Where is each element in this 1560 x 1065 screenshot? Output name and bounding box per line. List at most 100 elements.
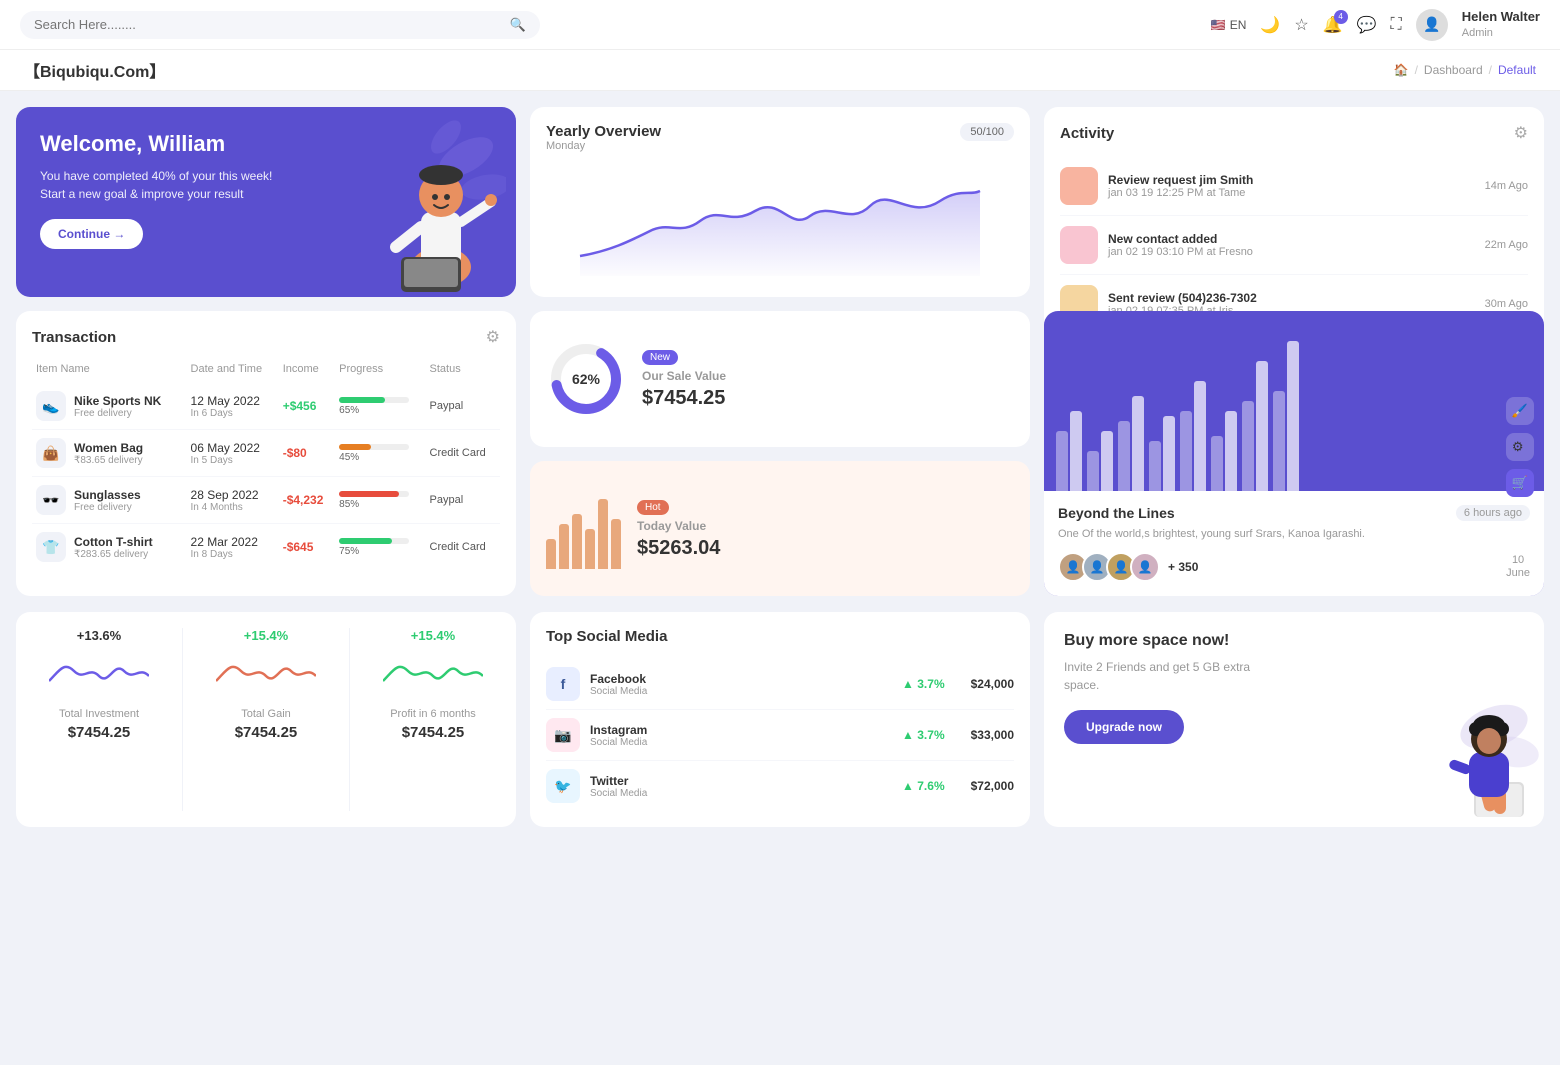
income-value: -$4,232 (283, 493, 324, 507)
today-bar-chart (546, 489, 621, 569)
yearly-overview-card: Yearly Overview Monday 50/100 (530, 107, 1030, 297)
stat-investment-wave (49, 651, 149, 701)
yearly-header: Yearly Overview Monday 50/100 (546, 123, 1014, 162)
item-cell: 👕 Cotton T-shirt ₹283.65 delivery (32, 524, 187, 571)
topnav-right: 🇺🇸 EN 🌙 ☆ 🔔 4 💬 ⛶ 👤 Helen Walter Admin (1211, 9, 1540, 41)
fullscreen-icon[interactable]: ⛶ (1391, 16, 1402, 34)
activity-item-title: Review request jim Smith (1108, 173, 1475, 187)
bar-group-5 (1180, 381, 1206, 491)
days-value: In 8 Days (191, 549, 275, 560)
donut-label: 62% (572, 371, 600, 387)
brand-logo[interactable]: 【Biqubiqu.Com】 (24, 58, 165, 82)
stat-gain: +15.4% Total Gain $7454.25 (199, 628, 333, 811)
stat-profit-value: $7454.25 (366, 724, 500, 741)
breadcrumb-current: Default (1498, 63, 1536, 77)
bookmark-icon[interactable]: ☆ (1294, 15, 1308, 35)
date-value: 12 May 2022 (191, 394, 275, 408)
activity-settings-icon[interactable]: ⚙ (1514, 123, 1528, 143)
today-title: Today Value (637, 519, 720, 533)
chart-gear-icon[interactable]: ⚙ (1506, 433, 1534, 461)
avatars-row: 👤 👤 👤 👤 (1058, 552, 1154, 582)
upgrade-card: Buy more space now! Invite 2 Friends and… (1044, 612, 1544, 827)
social-val: $33,000 (971, 728, 1014, 742)
item-cell: 🕶️ Sunglasses Free delivery (32, 477, 187, 524)
stat-profit-pct: +15.4% (366, 628, 500, 643)
progress-cell: 85% (335, 477, 425, 524)
welcome-illustration (346, 117, 506, 277)
days-value: In 5 Days (191, 455, 275, 466)
activity-title: Activity (1060, 125, 1114, 142)
social-media-card: Top Social Media f Facebook Social Media… (530, 612, 1030, 827)
sale-title: Our Sale Value (642, 369, 726, 383)
bottom-row: +13.6% Total Investment $7454.25 +15.4% … (0, 612, 1560, 843)
beyond-time: 6 hours ago (1456, 505, 1530, 521)
upgrade-title: Buy more space now! (1064, 632, 1524, 650)
chart-cart-icon[interactable]: 🛒 (1506, 469, 1534, 497)
item-cell: 👜 Women Bag ₹83.65 delivery (32, 430, 187, 477)
social-name: Instagram (590, 723, 647, 737)
breadcrumb-dashboard[interactable]: Dashboard (1424, 63, 1483, 77)
bar-group-4 (1149, 416, 1175, 491)
stat-gain-wave (216, 651, 316, 701)
stat-investment: +13.6% Total Investment $7454.25 (32, 628, 166, 811)
item-cell: 👟 Nike Sports NK Free delivery (32, 383, 187, 430)
language-selector[interactable]: 🇺🇸 EN (1211, 18, 1247, 32)
item-sub: ₹83.65 delivery (74, 455, 143, 466)
item-name: Cotton T-shirt (74, 535, 153, 549)
notifications-bell[interactable]: 🔔 4 (1323, 15, 1343, 35)
days-value: In 4 Months (191, 502, 275, 513)
bar-group-6 (1211, 411, 1237, 491)
bar-group-7 (1242, 361, 1268, 491)
search-box[interactable]: 🔍 (20, 11, 540, 39)
sale-tag: New (642, 350, 678, 365)
upgrade-illustration (1414, 697, 1544, 827)
beyond-card: 🖌️ ⚙ 🛒 Beyond the Lines 6 hours ago One … (1044, 311, 1544, 596)
social-logo: f (546, 667, 580, 701)
progress-label: 75% (339, 546, 421, 557)
activity-item-title: Sent review (504)236-7302 (1108, 291, 1475, 305)
chart-brush-icon[interactable]: 🖌️ (1506, 397, 1534, 425)
plus-count: + 350 (1168, 560, 1198, 574)
dark-mode-toggle[interactable]: 🌙 (1260, 15, 1280, 35)
continue-button[interactable]: Continue → (40, 219, 143, 249)
days-value: In 6 Days (191, 408, 275, 419)
upgrade-button[interactable]: Upgrade now (1064, 710, 1184, 744)
activity-text: New contact added jan 02 19 03:10 PM at … (1108, 232, 1475, 258)
transaction-settings-icon[interactable]: ⚙ (486, 327, 500, 347)
avatar-4: 👤 (1130, 552, 1160, 582)
social-sub: Social Media (590, 737, 647, 748)
date-badge: 10 June (1506, 554, 1530, 580)
social-pct: ▲ 3.7% (902, 677, 945, 691)
yearly-badge: 50/100 (960, 123, 1014, 141)
social-name: Facebook (590, 672, 647, 686)
search-input[interactable] (34, 17, 502, 32)
sale-column: 62% New Our Sale Value $7454.25 Hot Toda… (530, 311, 1030, 596)
bar-group-2 (1087, 431, 1113, 491)
home-icon[interactable]: 🏠 (1394, 63, 1409, 77)
item-name: Nike Sports NK (74, 394, 161, 408)
sep1: / (1415, 63, 1418, 77)
item-icon: 👟 (36, 391, 66, 421)
social-info: Facebook Social Media (590, 672, 647, 697)
social-info: Instagram Social Media (590, 723, 647, 748)
table-row: 👟 Nike Sports NK Free delivery 12 May 20… (32, 383, 500, 430)
social-val: $24,000 (971, 677, 1014, 691)
table-row: 👜 Women Bag ₹83.65 delivery 06 May 2022 … (32, 430, 500, 477)
col-item: Item Name (32, 359, 187, 383)
messages-icon[interactable]: 💬 (1357, 15, 1377, 35)
stat-profit: +15.4% Profit in 6 months $7454.25 (366, 628, 500, 811)
stat-investment-pct: +13.6% (32, 628, 166, 643)
item-icon: 👜 (36, 438, 66, 468)
activity-time: 22m Ago (1485, 239, 1528, 251)
breadcrumb-bar: 【Biqubiqu.Com】 🏠 / Dashboard / Default (0, 50, 1560, 91)
notification-badge: 4 (1334, 10, 1348, 24)
progress-label: 65% (339, 405, 421, 416)
social-pct: ▲ 3.7% (902, 728, 945, 742)
activity-item: Review request jim Smith jan 03 19 12:25… (1060, 157, 1528, 216)
today-tag: Hot (637, 500, 669, 515)
social-sub: Social Media (590, 686, 647, 697)
status-cell: Paypal (426, 477, 500, 524)
user-avatar[interactable]: 👤 (1416, 9, 1448, 41)
user-name: Helen Walter (1462, 9, 1540, 26)
stat-gain-pct: +15.4% (199, 628, 333, 643)
